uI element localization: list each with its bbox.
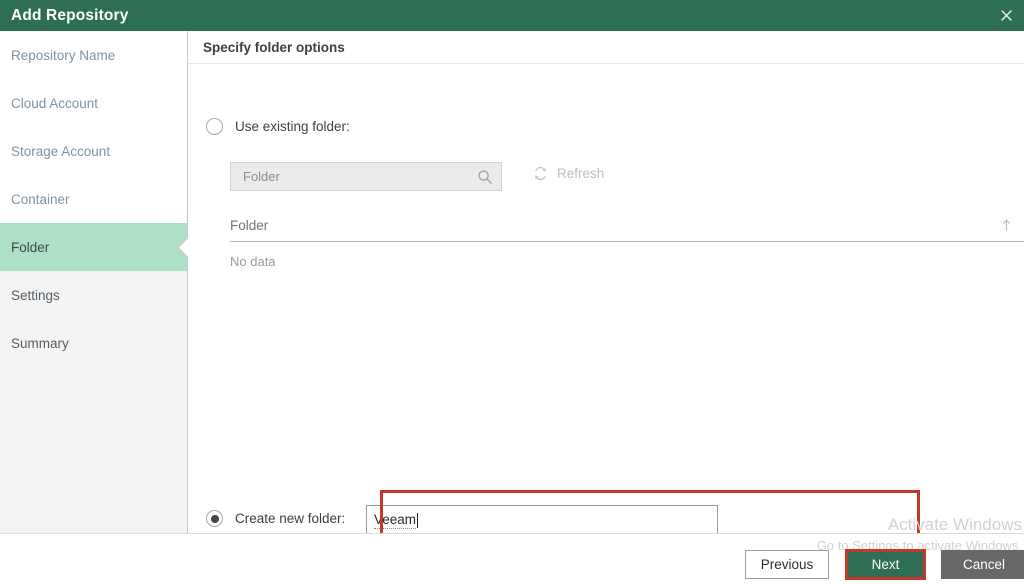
table-empty-message: No data (230, 253, 276, 269)
use-existing-folder-label: Use existing folder: (235, 119, 350, 134)
sidebar-item-label: Folder (11, 239, 50, 255)
sidebar-item-label: Repository Name (11, 47, 116, 63)
sidebar-item-label: Settings (11, 287, 60, 303)
use-existing-folder-option[interactable]: Use existing folder: (206, 118, 350, 135)
previous-button[interactable]: Previous (745, 550, 829, 579)
refresh-icon (533, 166, 548, 181)
sidebar-item-folder[interactable]: Folder (0, 223, 187, 271)
sidebar-item-label: Summary (11, 335, 69, 351)
folder-search-input[interactable] (241, 168, 477, 185)
content-header: Specify folder options (188, 31, 1024, 64)
sidebar-item-cloud-account[interactable]: Cloud Account (0, 79, 187, 127)
sidebar-item-storage-account[interactable]: Storage Account (0, 127, 187, 175)
sidebar-item-container[interactable]: Container (0, 175, 187, 223)
wizard-step-sidebar: Repository Name Cloud Account Storage Ac… (0, 31, 188, 533)
sidebar-item-repository-name[interactable]: Repository Name (0, 31, 187, 79)
folder-table: Folder No data (230, 209, 1024, 280)
sort-ascending-icon[interactable] (1002, 218, 1011, 232)
window-titlebar: Add Repository (0, 0, 1024, 31)
sidebar-item-label: Container (11, 191, 70, 207)
wizard-content-panel: Specify folder options Use existing fold… (188, 31, 1024, 544)
active-step-notch (177, 236, 188, 258)
new-folder-name-value: Veeam (374, 511, 417, 529)
sidebar-item-label: Storage Account (11, 143, 111, 159)
create-new-folder-option[interactable]: Create new folder: (206, 510, 345, 527)
create-new-folder-radio[interactable] (206, 510, 223, 527)
text-caret (417, 512, 419, 528)
add-repository-wizard: Add Repository Repository Name Cloud Acc… (0, 0, 1024, 584)
use-existing-folder-radio[interactable] (206, 118, 223, 135)
refresh-label: Refresh (557, 166, 605, 181)
sidebar-item-label: Cloud Account (11, 95, 99, 111)
sidebar-step-list: Repository Name Cloud Account Storage Ac… (0, 31, 187, 367)
folder-search-box[interactable] (230, 162, 502, 191)
search-icon[interactable] (477, 169, 493, 185)
column-header-folder[interactable]: Folder (230, 218, 268, 233)
refresh-button[interactable]: Refresh (533, 166, 604, 181)
window-title: Add Repository (11, 6, 129, 24)
sidebar-item-summary[interactable]: Summary (0, 319, 187, 367)
create-new-folder-label: Create new folder: (235, 511, 346, 526)
sidebar-item-settings[interactable]: Settings (0, 271, 187, 319)
page-title: Specify folder options (203, 39, 345, 55)
close-icon[interactable] (991, 0, 1021, 31)
cancel-button[interactable]: Cancel (941, 550, 1024, 579)
new-folder-name-field[interactable]: Veeam (366, 505, 718, 535)
table-header-row: Folder (230, 209, 1024, 242)
next-button[interactable]: Next (845, 549, 926, 580)
